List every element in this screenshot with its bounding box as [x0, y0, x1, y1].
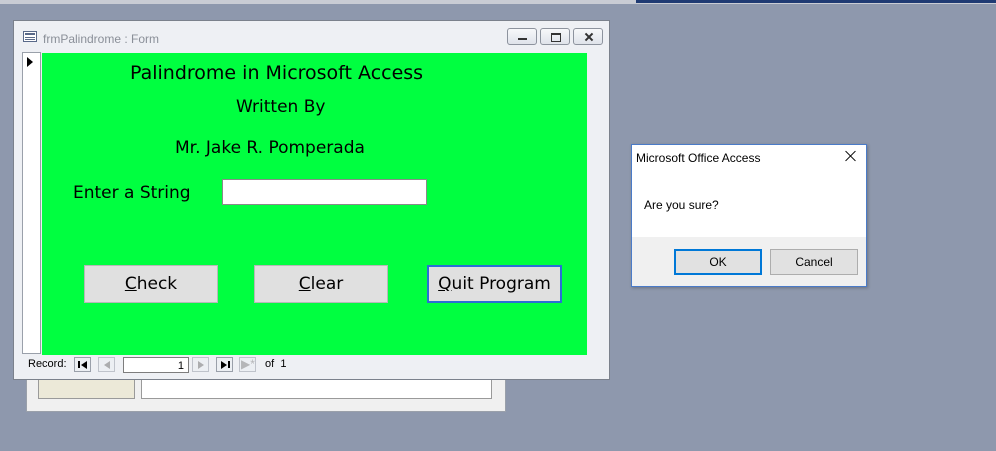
form-title: frmPalindrome : Form: [43, 32, 160, 46]
first-record-button[interactable]: [74, 357, 91, 372]
background-label-cell: [38, 377, 135, 399]
ok-button[interactable]: OK: [674, 249, 762, 275]
previous-record-arrow-icon: [104, 361, 110, 369]
string-input-label: Enter a String: [73, 183, 191, 203]
current-record-arrow-icon: [27, 57, 33, 67]
new-record-button[interactable]: ▶*: [239, 357, 256, 372]
previous-record-button[interactable]: [98, 357, 115, 372]
last-record-arrow-icon: [221, 361, 227, 369]
clear-label: lear: [310, 274, 344, 294]
record-navigation-bar: Record: 1 ▶* of 1: [22, 354, 604, 376]
minimize-button[interactable]: [507, 28, 537, 45]
last-record-button[interactable]: [216, 357, 233, 372]
next-record-arrow-icon: [198, 361, 204, 369]
cancel-button[interactable]: Cancel: [770, 249, 858, 275]
dialog-close-icon[interactable]: [844, 149, 858, 163]
dialog-message: Are you sure?: [644, 198, 719, 212]
current-record-number[interactable]: 1: [123, 357, 189, 373]
check-button[interactable]: Check: [84, 265, 218, 303]
close-button[interactable]: [573, 28, 603, 45]
next-record-button[interactable]: [192, 357, 209, 372]
form-icon: [23, 31, 37, 42]
dialog-footer: OK Cancel: [632, 237, 866, 286]
form-titlebar[interactable]: frmPalindrome : Form: [14, 21, 609, 51]
confirm-dialog: Microsoft Office Access Are you sure? OK…: [631, 144, 867, 287]
new-record-star-icon: ▶*: [241, 357, 255, 371]
quit-accesskey: Q: [438, 274, 452, 294]
written-by-label: Written By: [236, 97, 326, 117]
total-records: 1: [280, 358, 287, 370]
quit-program-button[interactable]: Quit Program: [427, 265, 562, 303]
window-controls: [507, 28, 603, 45]
check-label: heck: [136, 274, 178, 294]
string-input[interactable]: [222, 179, 427, 205]
first-record-bar-icon: [78, 361, 80, 368]
of-label: of: [265, 358, 275, 370]
record-selector[interactable]: [22, 52, 41, 354]
background-field-cell: [141, 377, 492, 399]
restore-button[interactable]: [540, 28, 570, 45]
form-heading: Palindrome in Microsoft Access: [130, 62, 424, 84]
clear-button[interactable]: Clear: [254, 265, 388, 303]
form-window: frmPalindrome : Form Palindrome in Micro…: [13, 20, 610, 380]
first-record-arrow-icon: [81, 361, 87, 369]
record-label: Record:: [28, 358, 67, 370]
clear-accesskey: C: [298, 274, 311, 294]
quit-label: uit Program: [451, 274, 551, 294]
form-detail-section: Palindrome in Microsoft Access Written B…: [42, 53, 587, 355]
active-window-edge: [636, 0, 996, 3]
vertical-scrollbar[interactable]: [587, 53, 603, 355]
last-record-bar-icon: [228, 361, 230, 368]
dialog-title: Microsoft Office Access: [636, 151, 761, 165]
author-label: Mr. Jake R. Pomperada: [175, 138, 365, 158]
check-accesskey: C: [124, 274, 137, 294]
record-count: of 1: [265, 358, 286, 370]
